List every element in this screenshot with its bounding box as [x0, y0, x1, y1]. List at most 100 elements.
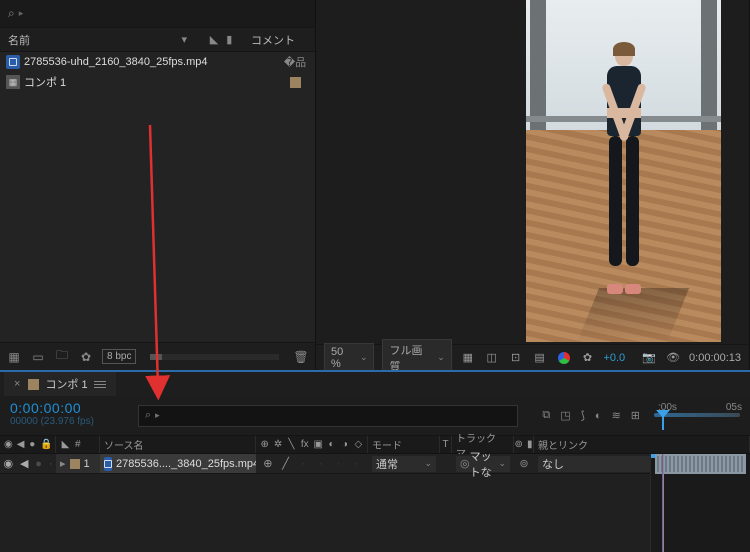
zoom-value: 50 % — [331, 346, 356, 370]
blend-mode-value: 通常 — [376, 456, 398, 472]
timeline-tracks[interactable] — [650, 454, 750, 552]
chevron-down-icon: ⌄ — [498, 458, 506, 469]
blend-mode-select[interactable]: 通常 ⌄ — [372, 456, 436, 472]
cti-line — [662, 454, 663, 552]
flowchart-icon[interactable]: �品 — [275, 54, 315, 70]
transparency-grid-icon[interactable]: ▦ — [460, 350, 476, 366]
switch-motionblur-icon: ◐ — [327, 439, 336, 450]
panel-menu-icon[interactable] — [94, 381, 106, 388]
timeline-header: 0:00:00:00 00000 (23.976 fps) ⌕ ▸ ⧉ ◳ ⟆ … — [0, 396, 750, 436]
exposure-value[interactable]: +0.0 — [603, 352, 625, 364]
timeline-tab[interactable]: × コンポ 1 — [4, 372, 116, 396]
label-icon[interactable]: ▮ — [226, 33, 232, 46]
viewer-timecode[interactable]: 0:00:00:13 — [689, 352, 741, 364]
new-folder-icon[interactable]: 🗀 — [54, 349, 70, 365]
chevron-down-icon: ⌄ — [424, 458, 432, 469]
composition-flowchart-icon[interactable]: ⧉ — [542, 409, 550, 422]
project-footer-slider[interactable] — [150, 354, 279, 360]
search-icon: ⌕ — [145, 409, 151, 422]
lock-column-icon[interactable]: 🔒 — [40, 439, 51, 450]
project-item-label: コンポ 1 — [24, 74, 275, 90]
column-source[interactable]: ソース名 — [100, 436, 256, 453]
composition-icon: ▦ — [6, 75, 20, 89]
column-parent[interactable]: 親とリンク — [534, 436, 750, 453]
timeline-ruler[interactable]: :00s 05s — [650, 396, 750, 435]
composition-viewer: 50 % ⌄ フル画質 ⌄ ▦ ◫ ⊡ ▤ ✿ +0.0 📷 👁 0:00:00… — [316, 0, 750, 370]
timeline-panel: × コンポ 1 0:00:00:00 00000 (23.976 fps) ⌕ … — [0, 370, 750, 552]
audio-visible-icon[interactable]: ◀ — [20, 457, 28, 470]
audio-column-icon[interactable]: ◀ — [17, 439, 25, 450]
label-column-icon[interactable]: ◣ — [60, 439, 71, 450]
video-eye-column-icon[interactable]: ◉ — [4, 439, 13, 450]
column-mode[interactable]: モード — [368, 436, 440, 453]
current-time: 0:00:00:00 — [10, 400, 120, 416]
video-file-icon — [104, 457, 112, 471]
track-matte-select[interactable]: ◎ マットな ⌄ — [456, 456, 510, 472]
timeline-toolbar: ⧉ ◳ ⟆ ◐ ≋ ⊞ — [532, 396, 650, 435]
project-item-video[interactable]: 2785536-uhd_2160_3840_25fps.mp4 �品 — [0, 52, 315, 72]
chevron-down-icon: ⌄ — [437, 352, 445, 363]
video-file-icon — [6, 55, 20, 69]
preview-frame[interactable] — [526, 0, 721, 342]
column-name[interactable]: 名前 — [0, 32, 181, 48]
search-icon: ⌕ — [8, 6, 15, 21]
solo-column-icon[interactable]: ● — [28, 439, 36, 450]
label-swatch-icon[interactable] — [70, 459, 80, 469]
grid-guides-icon[interactable]: ▤ — [532, 350, 548, 366]
lock-icon[interactable]: · — [49, 458, 53, 470]
new-comp-icon[interactable]: ▭ — [30, 349, 46, 365]
column-t[interactable]: T — [440, 436, 452, 453]
project-item-comp[interactable]: ▦ コンポ 1 — [0, 72, 315, 92]
timeline-layer-row[interactable]: ◉ ◀ ● · ▸ 1 2785536...._3840_25fps.mp4 ⊕… — [0, 454, 750, 474]
timeline-search[interactable]: ⌕ ▸ — [138, 405, 518, 427]
playhead-line[interactable] — [663, 454, 664, 552]
tag-icon[interactable]: ◣ — [210, 33, 218, 46]
region-of-interest-icon[interactable]: ⊡ — [508, 350, 524, 366]
resolution-value: フル画質 — [389, 342, 433, 374]
pickwhip-column-icon: ⊚ — [515, 439, 523, 450]
switch-frameblend-icon: ▣ — [313, 439, 322, 450]
layer-shy-icon[interactable]: ⊕ — [262, 458, 274, 470]
layer-source-name: 2785536...._3840_25fps.mp4 — [116, 458, 259, 470]
layer-quality-icon[interactable]: ╱ — [280, 458, 292, 470]
draft3d-icon[interactable]: ◳ — [560, 409, 570, 422]
graph-editor-icon[interactable]: ⊞ — [631, 409, 640, 422]
show-snapshot-icon[interactable]: 👁 — [665, 350, 681, 366]
shy-icon[interactable]: ⟆ — [581, 409, 585, 422]
video-visible-icon[interactable]: ◉ — [3, 457, 13, 470]
search-caret-icon: ▸ — [19, 8, 24, 19]
chevron-down-icon: ▾ — [181, 33, 187, 46]
solo-icon[interactable]: ● — [35, 458, 42, 470]
chevron-down-icon: ⌄ — [360, 352, 368, 363]
motion-blur-icon[interactable]: ≋ — [612, 409, 621, 422]
project-panel: ⌕ ▸ 名前 ▾ ◣ ▮ コメント 2785536-uhd_2160_3840_… — [0, 0, 316, 370]
bpc-toggle[interactable]: 8 bpc — [102, 349, 136, 364]
switch-quality-icon: ╲ — [287, 439, 296, 450]
snapshot-icon[interactable]: 📷 — [641, 350, 657, 366]
pickwhip-icon[interactable]: ⊚ — [519, 457, 528, 470]
project-search[interactable]: ⌕ ▸ — [0, 0, 315, 28]
switch-collapse-icon: ✲ — [273, 439, 282, 450]
mask-visibility-icon[interactable]: ◫ — [484, 350, 500, 366]
project-item-list: 2785536-uhd_2160_3840_25fps.mp4 �品 ▦ コンポ… — [0, 52, 315, 342]
zoom-select[interactable]: 50 % ⌄ — [324, 343, 374, 373]
frame-rate-info: 00000 (23.976 fps) — [10, 416, 120, 427]
interpret-footage-icon[interactable]: ▦ — [6, 349, 22, 365]
parent-value: なし — [542, 456, 564, 472]
column-comment[interactable]: コメント — [251, 32, 315, 48]
frame-blend-icon[interactable]: ◐ — [595, 410, 602, 422]
switch-shy-icon: ⊕ — [260, 439, 269, 450]
channel-icon[interactable] — [556, 350, 572, 366]
trash-icon[interactable]: 🗑 — [293, 349, 309, 365]
current-time-display[interactable]: 0:00:00:00 00000 (23.976 fps) — [0, 396, 130, 435]
layer-index: 1 — [84, 458, 90, 470]
timeline-column-header: ◉ ◀ ● 🔒 ◣ # ソース名 ⊕ ✲ ╲ fx ▣ ◐ ◑ ◇ モード T … — [0, 436, 750, 454]
settings-icon[interactable]: ✿ — [78, 349, 94, 365]
chevron-right-icon[interactable]: ▸ — [60, 457, 66, 470]
project-columns-header: 名前 ▾ ◣ ▮ コメント — [0, 28, 315, 52]
close-icon[interactable]: × — [14, 378, 20, 390]
reset-exposure-icon[interactable]: ✿ — [580, 350, 596, 366]
switch-adjust-icon: ◑ — [340, 439, 349, 450]
project-item-label: 2785536-uhd_2160_3840_25fps.mp4 — [24, 56, 275, 68]
layer-clip[interactable] — [655, 454, 746, 474]
